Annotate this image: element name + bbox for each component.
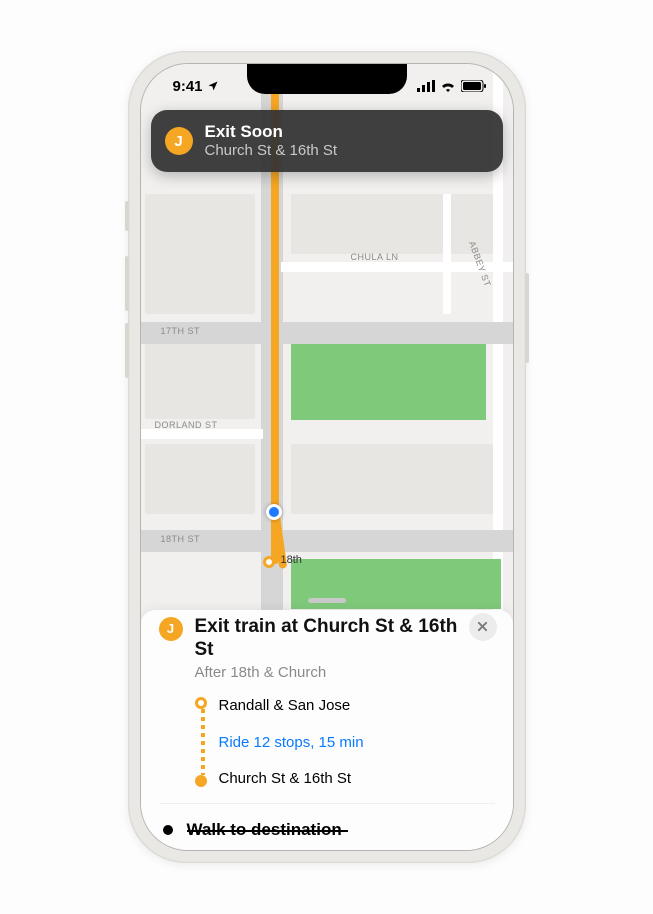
wifi-icon: [440, 80, 456, 92]
status-time: 9:41: [173, 78, 219, 95]
street-label-18th: 18TH ST: [161, 534, 201, 544]
sheet-line-badge: J: [159, 617, 183, 641]
sheet-title: Exit train at Church St & 16th St: [195, 615, 465, 663]
station-marker: [263, 556, 275, 568]
exit-soon-banner[interactable]: J Exit Soon Church St & 16th St: [151, 110, 503, 172]
station-label: 18th: [281, 554, 302, 566]
walk-node-icon: [163, 825, 173, 835]
stops-connector-icon: [201, 709, 205, 775]
device-frame: 9:41: [128, 51, 526, 863]
volume-up: [125, 256, 129, 311]
destination-stop: Church St & 16th St: [219, 770, 364, 787]
location-icon: [207, 80, 219, 92]
cellular-icon: [417, 80, 435, 92]
walk-step[interactable]: Walk to destination: [159, 803, 495, 850]
stops-list: Randall & San Jose Ride 12 stops, 15 min…: [195, 697, 495, 787]
destination-node-icon: [195, 775, 207, 787]
street-label-chula: CHULA LN: [351, 252, 399, 262]
notch: [247, 64, 407, 94]
sheet-grabber[interactable]: [308, 598, 346, 603]
directions-sheet[interactable]: J Exit train at Church St & 16th St Afte…: [141, 610, 513, 851]
sheet-line-letter: J: [167, 621, 174, 636]
battery-icon: [461, 80, 487, 92]
origin-node-icon: [195, 697, 207, 709]
street-label-dorland: DORLAND ST: [155, 420, 218, 430]
walk-label: Walk to destination: [187, 820, 342, 840]
banner-subtitle: Church St & 16th St: [205, 142, 338, 160]
line-letter: J: [174, 133, 182, 150]
close-button[interactable]: [469, 613, 497, 641]
banner-title: Exit Soon: [205, 122, 338, 142]
screen: 9:41: [140, 63, 514, 851]
power-button: [525, 273, 529, 363]
close-icon: [477, 621, 488, 632]
silent-switch: [125, 201, 129, 231]
time-text: 9:41: [173, 78, 203, 95]
line-badge: J: [165, 127, 193, 155]
volume-down: [125, 323, 129, 378]
ride-summary[interactable]: Ride 12 stops, 15 min: [219, 734, 364, 751]
current-location-dot: [266, 504, 282, 520]
street-label-17th: 17TH ST: [161, 326, 201, 336]
origin-stop: Randall & San Jose: [219, 697, 364, 714]
sheet-subtitle: After 18th & Church: [195, 664, 465, 681]
